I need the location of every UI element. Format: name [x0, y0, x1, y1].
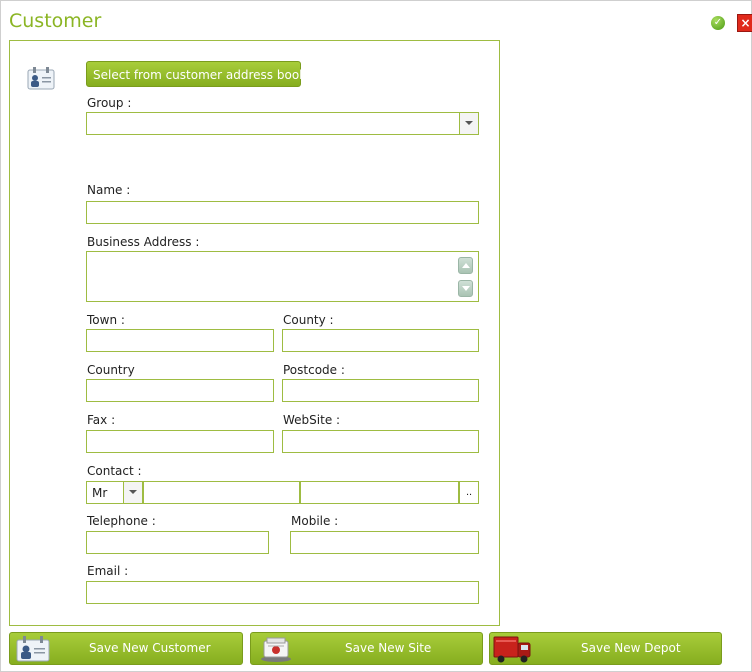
telephone-label: Telephone : — [87, 514, 156, 528]
mobile-input[interactable] — [290, 531, 479, 554]
group-label: Group : — [87, 96, 132, 110]
save-new-site-label: Save New Site — [345, 641, 432, 655]
business-address-textarea[interactable] — [86, 251, 479, 302]
check-circle-icon[interactable]: ✓ — [711, 16, 725, 30]
save-new-customer-button[interactable]: Save New Customer — [9, 632, 243, 665]
telephone-input[interactable] — [86, 531, 269, 554]
postcode-input[interactable] — [282, 379, 479, 402]
rolodex-icon — [261, 637, 291, 662]
name-input[interactable] — [86, 201, 479, 224]
truck-icon — [493, 636, 531, 663]
save-new-depot-label: Save New Depot — [581, 641, 681, 655]
select-address-book-button[interactable]: Select from customer address book — [86, 61, 306, 87]
email-label: Email : — [87, 564, 129, 578]
contact-label: Contact : — [87, 464, 142, 478]
town-label: Town : — [87, 313, 125, 327]
save-new-site-button[interactable]: Save New Site — [250, 632, 483, 665]
fax-input[interactable] — [86, 430, 274, 453]
business-address-label: Business Address : — [87, 235, 200, 249]
country-input[interactable] — [86, 379, 274, 402]
contact-card-icon — [16, 636, 50, 662]
chevron-down-icon[interactable] — [123, 482, 142, 503]
contact-title-select[interactable]: Mr — [86, 481, 143, 504]
email-input[interactable] — [86, 581, 479, 604]
scroll-down-icon[interactable] — [458, 280, 473, 297]
county-label: County : — [283, 313, 334, 327]
scroll-up-icon[interactable] — [458, 257, 473, 274]
town-input[interactable] — [86, 329, 274, 352]
save-new-depot-button[interactable]: Save New Depot — [489, 632, 722, 665]
contact-card-icon — [27, 67, 55, 90]
name-label: Name : — [87, 183, 131, 197]
contact-title-value: Mr — [92, 486, 108, 500]
contact-lastname-input[interactable] — [300, 481, 459, 504]
country-label: Country — [87, 363, 135, 377]
close-icon[interactable]: × — [737, 14, 752, 32]
county-input[interactable] — [282, 329, 479, 352]
website-input[interactable] — [282, 430, 479, 453]
group-select[interactable] — [86, 112, 479, 135]
website-label: WebSite : — [283, 413, 341, 427]
save-new-customer-label: Save New Customer — [89, 641, 211, 655]
contact-firstname-input[interactable] — [143, 481, 300, 504]
postcode-label: Postcode : — [283, 363, 345, 377]
chevron-down-icon[interactable] — [459, 113, 478, 134]
mobile-label: Mobile : — [291, 514, 339, 528]
contact-more-button[interactable]: .. — [459, 481, 479, 504]
fax-label: Fax : — [87, 413, 116, 427]
window-title: Customer — [9, 10, 102, 32]
